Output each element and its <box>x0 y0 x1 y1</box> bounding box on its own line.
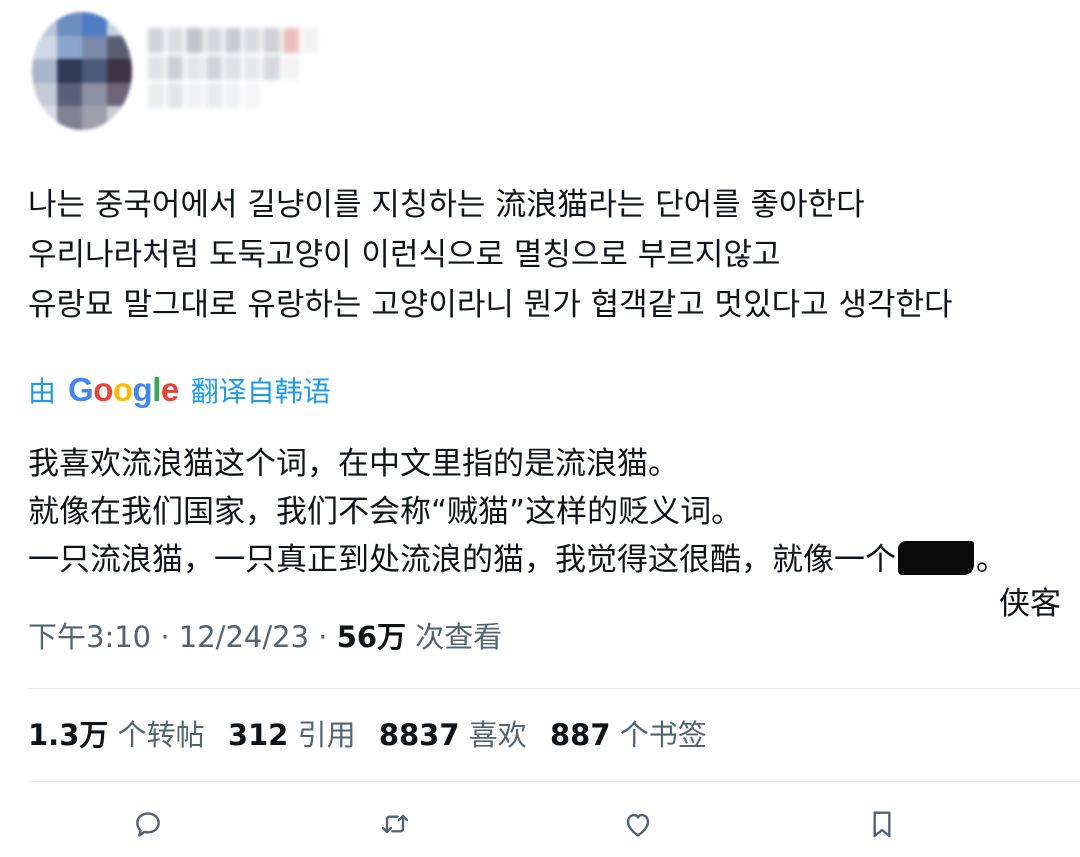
redaction-mark <box>898 541 974 575</box>
views-label: 次查看 <box>406 620 503 654</box>
divider <box>28 781 1080 782</box>
reply-icon <box>136 812 160 837</box>
tweet-date[interactable]: 12/24/23 <box>179 620 309 654</box>
tweet-translated-text: 我喜欢流浪猫这个词，在中文里指的是流浪猫。 就像在我们国家，我们不会称“贼猫”这… <box>28 440 1073 622</box>
bookmark-button[interactable] <box>864 806 900 842</box>
user-display-name[interactable] <box>148 28 318 108</box>
like-icon <box>626 813 650 837</box>
stat-bookmarks[interactable]: 887 个书签 <box>550 718 707 752</box>
reply-button[interactable] <box>130 806 166 842</box>
views-count: 56万 <box>336 620 407 654</box>
stat-label: 喜欢 <box>468 718 527 752</box>
translation-last-word: 侠客 <box>999 586 1061 622</box>
stat-label: 个转帖 <box>117 718 205 752</box>
stat-count: 8837 <box>378 718 460 752</box>
original-line: 나는 중국어에서 길냥이를 지칭하는 流浪猫라는 단어를 좋아한다 <box>28 187 865 223</box>
original-line: 우리나라처럼 도둑고양이 이런식으로 멸칭으로 부르지않고 <box>28 237 781 273</box>
stat-count: 312 <box>227 718 289 752</box>
translate-suffix: 翻译自韩语 <box>190 375 331 408</box>
tweet-original-text: 나는 중국어에서 길냥이를 지칭하는 流浪猫라는 단어를 좋아한다 우리나라처럼… <box>28 180 1068 330</box>
meta-separator: · <box>309 620 337 654</box>
original-line: 유랑묘 말그대로 유랑하는 고양이라니 뭔가 협객같고 멋있다고 생각한다 <box>28 287 953 323</box>
translate-prefix: 由 <box>28 375 57 408</box>
engagement-stats: 1.3万 个转帖 312 引用 8837 喜欢 887 个书签 <box>28 712 707 754</box>
stat-likes[interactable]: 8837 喜欢 <box>379 718 527 752</box>
action-bar <box>0 800 1080 848</box>
translation-line: 一只流浪猫，一只真正到处流浪的猫，我觉得这很酷，就像一个 <box>28 542 896 578</box>
translation-line: 我喜欢流浪猫这个词，在中文里指的是流浪猫。 <box>28 446 679 482</box>
stat-count: 1.3万 <box>28 718 109 752</box>
stat-retweets[interactable]: 1.3万 个转帖 <box>28 718 205 752</box>
tweet-meta: 下午3:10 · 12/24/23 · 56万 次查看 <box>28 614 502 656</box>
google-logo: Google <box>68 371 179 408</box>
stat-label: 引用 <box>297 718 356 752</box>
avatar[interactable] <box>32 12 132 130</box>
retweet-icon <box>381 814 409 834</box>
divider <box>28 688 1080 689</box>
retweet-button[interactable] <box>377 806 413 842</box>
tweet-time[interactable]: 下午3:10 <box>28 620 151 654</box>
like-button[interactable] <box>620 806 656 842</box>
translation-period: 。 <box>976 542 1007 578</box>
stat-label: 个书签 <box>619 718 707 752</box>
meta-separator: · <box>151 620 179 654</box>
translation-line: 就像在我们国家，我们不会称“贼猫”这样的贬义词。 <box>28 494 743 530</box>
stat-count: 887 <box>550 718 611 752</box>
translation-attribution[interactable]: 由 Google 翻译自韩语 <box>28 366 331 414</box>
stat-quotes[interactable]: 312 引用 <box>228 718 356 752</box>
bookmark-icon <box>873 811 891 838</box>
